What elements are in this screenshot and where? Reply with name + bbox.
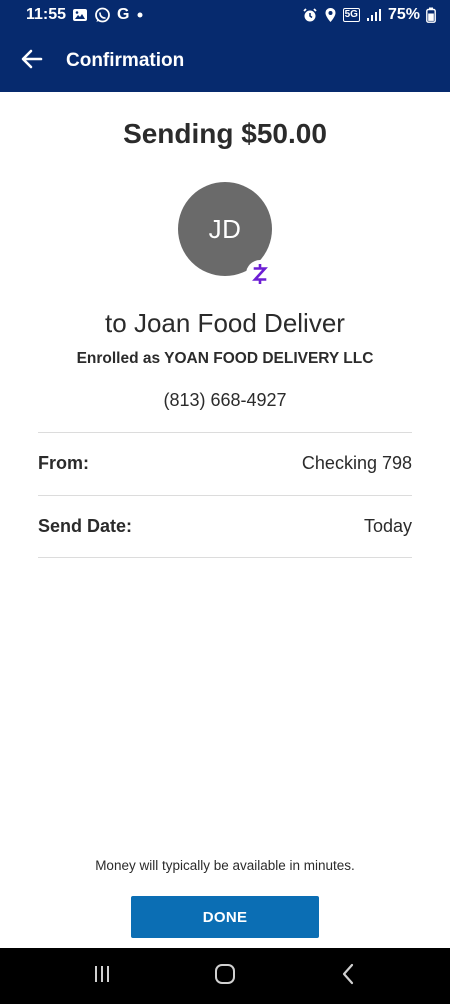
page-title: Confirmation bbox=[66, 50, 185, 71]
zelle-icon bbox=[246, 260, 274, 288]
amount-heading: Sending $50.00 bbox=[123, 118, 327, 149]
availability-note: Money will typically be available in min… bbox=[95, 858, 355, 873]
arrow-left-icon bbox=[21, 49, 43, 74]
chevron-left-icon bbox=[341, 963, 355, 990]
system-nav-bar bbox=[0, 948, 450, 1004]
home-icon bbox=[214, 963, 236, 990]
battery-percent: 75% bbox=[387, 6, 420, 23]
recipient-phone: (813) 668-4927 bbox=[163, 390, 287, 410]
app-bar: Confirmation bbox=[0, 30, 450, 92]
battery-icon bbox=[426, 7, 436, 23]
whatsapp-icon bbox=[94, 7, 111, 24]
detail-label: From: bbox=[38, 452, 89, 473]
avatar-initials: JD bbox=[208, 213, 242, 244]
signal-icon bbox=[366, 8, 382, 22]
back-button[interactable] bbox=[0, 30, 64, 92]
done-button[interactable]: DONE bbox=[131, 896, 319, 938]
detail-label: Send Date: bbox=[38, 515, 133, 536]
google-icon: G bbox=[117, 6, 130, 23]
recents-icon bbox=[92, 964, 112, 989]
status-bar: 11:55 G 5G 75% bbox=[0, 0, 450, 30]
alarm-icon bbox=[302, 7, 318, 23]
detail-row-from: From: Checking 798 bbox=[38, 451, 412, 475]
detail-row-send-date: Send Date: Today bbox=[38, 514, 412, 538]
confirmation-panel: Sending $50.00 JD to Joan Food Deliver E… bbox=[0, 92, 450, 948]
divider bbox=[38, 432, 412, 433]
detail-value: Checking 798 bbox=[301, 452, 412, 473]
dot-icon bbox=[136, 11, 144, 19]
recipient-name: to Joan Food Deliver bbox=[105, 308, 345, 338]
recents-button[interactable] bbox=[72, 948, 132, 1004]
network-type-label: 5G bbox=[342, 8, 360, 22]
divider bbox=[38, 557, 412, 558]
enrolled-as-text: Enrolled as YOAN FOOD DELIVERY LLC bbox=[76, 350, 374, 367]
gallery-icon bbox=[72, 7, 88, 23]
home-button[interactable] bbox=[195, 948, 255, 1004]
location-icon bbox=[324, 7, 337, 23]
clock: 11:55 bbox=[26, 6, 67, 23]
divider bbox=[38, 495, 412, 496]
back-nav-button[interactable] bbox=[318, 948, 378, 1004]
detail-value: Today bbox=[363, 515, 412, 536]
